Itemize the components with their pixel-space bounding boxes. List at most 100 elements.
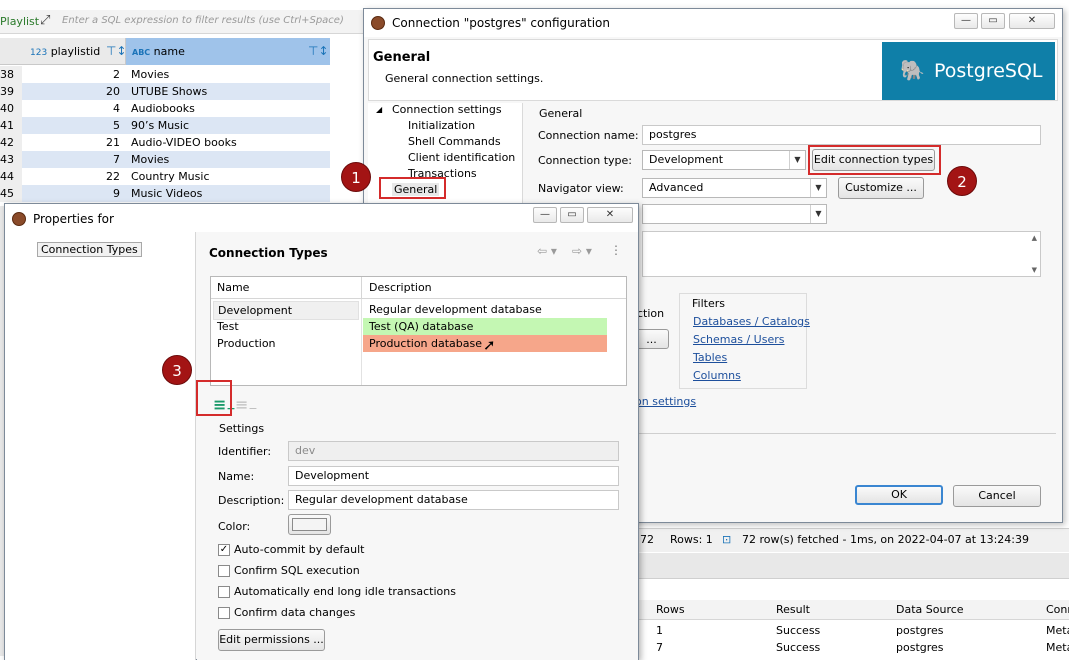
auto-end-idle-checkbox[interactable] (218, 586, 230, 598)
table-row[interactable]: 40 4 Audiobooks (0, 100, 330, 117)
section-title: Connection Types (209, 246, 328, 260)
dropdown-arrow-icon: ▼ (810, 179, 826, 197)
partial-dots-button[interactable]: ... (634, 329, 669, 349)
table-row[interactable]: 45 9 Music Videos (0, 185, 330, 202)
grid-body: 38 2 Movies 39 20 UTUBE Shows 40 4 Audiobooks … (0, 66, 330, 206)
dialog-title: Properties for (33, 212, 114, 226)
dialog-titlebar: Connection "postgres" configuration — ▭ … (364, 9, 1062, 37)
cancel-button[interactable]: Cancel (953, 485, 1041, 507)
dialog-titlebar: Properties for — ▭ ✕ (5, 204, 638, 232)
table-header: Name Description (211, 277, 626, 299)
table-row[interactable]: Development Regular development database (211, 301, 626, 320)
table-row[interactable]: 7 Success postgres Meta (636, 641, 1069, 658)
tree-collapse-icon[interactable]: ◢ (376, 105, 382, 114)
filter-columns-link[interactable]: Columns (693, 369, 741, 382)
table-row[interactable]: 42 21 Audio-VIDEO books (0, 134, 330, 151)
nav-initialization[interactable]: Initialization (408, 119, 475, 132)
maximize-button[interactable]: ▭ (560, 207, 584, 223)
status-bar: 72 Rows: 1 ⊡ 72 row(s) fetched - 1ms, on… (636, 528, 1069, 552)
table-row[interactable]: Production Production database ➚ (211, 335, 626, 354)
customize-button[interactable]: Customize ... (838, 177, 924, 199)
results-header: Rows Result Data Source Conn (636, 600, 1069, 620)
step-badge-2: 2 (947, 166, 977, 196)
filter-bar: Playlist ⤢ Enter a SQL expression to fil… (0, 10, 370, 34)
navigator-view-select[interactable]: Advanced ▼ (642, 178, 827, 198)
dialog-header: General General connection settings. 🐘 P… (368, 39, 1058, 101)
properties-content: Connection Types ⇦ ▾ ⇨ ▾ ⋮ Name Descript… (197, 232, 638, 660)
header-description: General connection settings. (385, 72, 544, 85)
table-row[interactable]: 38 2 Movies (0, 66, 330, 83)
filter-schemas-link[interactable]: Schemas / Users (693, 333, 784, 346)
numeric-type-icon: 123 (30, 48, 48, 58)
highlight-add-type (196, 380, 232, 416)
highlight-general (379, 177, 446, 199)
minimize-button[interactable]: — (533, 207, 557, 223)
filter-sort-icon[interactable]: ⊤↕ (308, 38, 329, 65)
maximize-button[interactable]: ▭ (981, 13, 1005, 29)
scroll-down-icon[interactable]: ▼ (1032, 266, 1037, 274)
properties-nav: Connection Types (5, 232, 196, 660)
col-header-name[interactable]: ABC name ⊤↕ (126, 38, 330, 65)
grid-header: 123 playlistid ⊤↕ ABC name ⊤↕ (0, 38, 330, 65)
step-badge-1: 1 (341, 162, 371, 192)
fetch-info-icon: ⊡ (722, 533, 732, 546)
edit-permissions-button[interactable]: Edit permissions ... (218, 629, 325, 651)
forward-arrow-icon[interactable]: ⇨ ▾ (572, 244, 592, 258)
connection-name-field[interactable]: postgres (642, 125, 1041, 145)
confirm-data-changes-checkbox[interactable] (218, 607, 230, 619)
remove-type-icon[interactable]: ≡− (235, 395, 258, 415)
confirm-sql-checkbox[interactable] (218, 565, 230, 577)
settings-group: Settings Identifier: dev Name: Developme… (209, 422, 629, 660)
elephant-icon: 🐘 (900, 58, 925, 82)
nav-connection-types[interactable]: Connection Types (37, 242, 142, 257)
back-arrow-icon[interactable]: ⇦ ▾ (537, 244, 557, 258)
scroll-up-icon[interactable]: ▲ (1032, 234, 1037, 242)
text-type-icon: ABC (132, 48, 151, 57)
ok-button[interactable]: OK (855, 485, 943, 505)
secondary-select[interactable]: ▼ (642, 204, 827, 224)
properties-dialog: Properties for — ▭ ✕ Connection Types Co… (4, 203, 639, 660)
col-header-playlistid[interactable]: 123 playlistid ⊤↕ (24, 38, 127, 65)
filter-tables-link[interactable]: Tables (693, 351, 727, 364)
nav-shell-commands[interactable]: Shell Commands (408, 135, 501, 148)
close-button[interactable]: ✕ (1009, 13, 1055, 29)
table-row[interactable]: 43 7 Movies (0, 151, 330, 168)
description-textarea[interactable]: ▲ ▼ (642, 231, 1041, 277)
mouse-cursor-icon: ➚ (483, 336, 496, 354)
identifier-field[interactable]: dev (288, 441, 619, 461)
table-row[interactable]: 39 20 UTUBE Shows (0, 83, 330, 100)
filter-input[interactable]: Enter a SQL expression to filter results… (62, 15, 344, 26)
nav-connection-settings[interactable]: Connection settings (392, 103, 502, 116)
minimize-button[interactable]: — (954, 13, 978, 29)
nav-client-identification[interactable]: Client identification (408, 151, 515, 164)
filters-group: Filters Databases / Catalogs Schemas / U… (679, 293, 810, 389)
dbeaver-logo-icon (371, 16, 385, 30)
more-menu-icon[interactable]: ⋮ (610, 243, 622, 257)
name-field[interactable]: Development (288, 466, 619, 486)
dialog-title: Connection "postgres" configuration (392, 16, 611, 30)
group-title: General (539, 107, 583, 120)
filter-sort-icon[interactable]: ⊤↕ (106, 38, 127, 65)
table-row[interactable]: Test Test (QA) database (211, 318, 626, 335)
connection-types-table: Name Description Development Regular dev… (210, 276, 627, 386)
description-field[interactable]: Regular development database (288, 490, 619, 510)
color-swatch (292, 518, 327, 531)
filter-databases-link[interactable]: Databases / Catalogs (693, 315, 810, 328)
step-badge-3: 3 (162, 355, 192, 385)
close-button[interactable]: ✕ (587, 207, 633, 223)
results-tabbar (636, 553, 1069, 579)
auto-commit-checkbox[interactable]: ✓ (218, 544, 230, 556)
dropdown-arrow-icon: ▼ (810, 205, 826, 223)
dropdown-arrow-icon: ▼ (789, 151, 805, 169)
color-picker-button[interactable] (288, 514, 331, 535)
table-row[interactable]: 41 5 90’s Music (0, 117, 330, 134)
partial-settings-link[interactable]: ion settings (632, 395, 696, 408)
highlight-edit-types (808, 145, 941, 175)
results-table: Rows Result Data Source Conn 1 Success p… (636, 600, 1069, 660)
filter-expand-icon[interactable]: ⤢ (40, 13, 50, 28)
table-row[interactable]: 44 22 Country Music (0, 168, 330, 185)
playlist-tab[interactable]: Playlist (0, 15, 39, 28)
header-title: General (373, 50, 431, 65)
table-row[interactable]: 1 Success postgres Meta (636, 624, 1069, 641)
connection-type-select[interactable]: Development ▼ (642, 150, 806, 170)
